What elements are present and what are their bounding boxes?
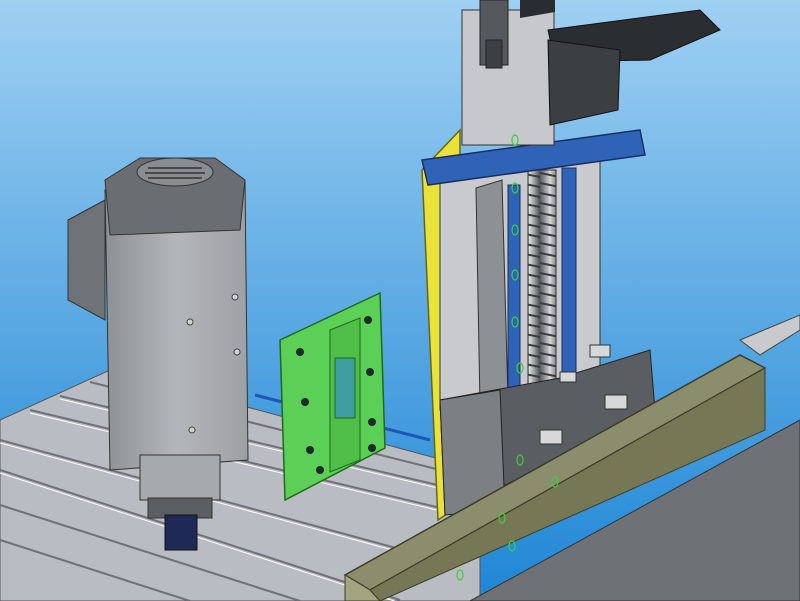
cad-3d-viewport[interactable]	[0, 0, 800, 601]
ball-screw	[527, 169, 557, 386]
collet-nut	[164, 514, 198, 551]
linear-rail	[475, 179, 509, 406]
spindle-nose	[139, 454, 221, 501]
plate-center-block	[334, 357, 356, 419]
cnc-assembly-scene[interactable]	[0, 0, 800, 601]
